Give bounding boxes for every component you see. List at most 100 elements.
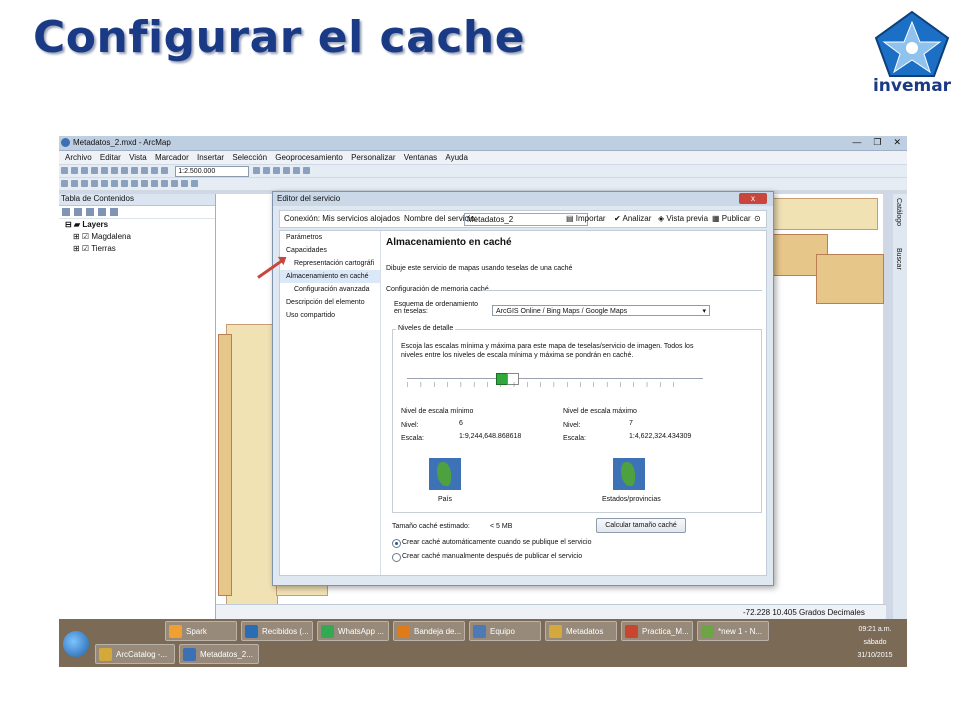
add-data-icon[interactable] xyxy=(161,167,168,174)
back-icon[interactable] xyxy=(121,180,128,187)
taskbar-label: Metadatos xyxy=(566,627,604,636)
chrome-icon xyxy=(321,625,334,638)
taskbar-equipo[interactable]: Equipo xyxy=(469,621,541,641)
taskbar-bandeja[interactable]: Bandeja de... xyxy=(393,621,465,641)
menu-geoprocesamiento[interactable]: Geoprocesamiento xyxy=(275,153,343,162)
nav-item-capacidades[interactable]: Capacidades xyxy=(280,244,380,257)
catalog-icon[interactable] xyxy=(273,167,281,174)
taskbar-recibidos[interactable]: Recibidos (... xyxy=(241,621,313,641)
clear-selection-icon[interactable] xyxy=(151,180,158,187)
menu-archivo[interactable]: Archivo xyxy=(65,153,92,162)
menu-personalizar[interactable]: Personalizar xyxy=(351,153,395,162)
taskbar-metadatos2[interactable]: Metadatos_2... xyxy=(179,644,259,664)
menu-editar[interactable]: Editar xyxy=(100,153,121,162)
start-button[interactable] xyxy=(63,631,89,657)
find-icon[interactable] xyxy=(181,180,188,187)
menu-ayuda[interactable]: Ayuda xyxy=(445,153,468,162)
preview-label: Vista previa xyxy=(666,214,709,223)
auto-cache-radio[interactable] xyxy=(392,539,401,548)
maximize-button[interactable]: ❐ xyxy=(873,137,881,148)
zoom-in-icon[interactable] xyxy=(61,180,68,187)
menu-marcador[interactable]: Marcador xyxy=(155,153,189,162)
manual-cache-radio[interactable] xyxy=(392,553,401,562)
list-by-source-icon[interactable] xyxy=(74,208,82,216)
menu-vista[interactable]: Vista xyxy=(129,153,147,162)
list-by-drawing-order-icon[interactable] xyxy=(62,208,70,216)
identify-icon[interactable] xyxy=(171,180,178,187)
editor-icon[interactable] xyxy=(253,167,261,174)
list-by-selection-icon[interactable] xyxy=(98,208,106,216)
invemar-logo: invemar xyxy=(872,10,952,96)
publish-button[interactable]: ▦ Publicar xyxy=(712,211,751,227)
tiling-scheme-select[interactable]: ArcGIS Online / Bing Maps / Google Maps ▾ xyxy=(492,305,710,316)
menu-seleccion[interactable]: Selección xyxy=(232,153,267,162)
menu-insertar[interactable]: Insertar xyxy=(197,153,224,162)
delete-icon[interactable] xyxy=(131,167,138,174)
close-button[interactable]: ✕ xyxy=(893,137,901,148)
system-clock[interactable]: 09:21 a.m. sábado 31/10/2015 xyxy=(846,623,904,662)
taskbar-metadatos[interactable]: Metadatos xyxy=(545,621,617,641)
taskbar-notepad[interactable]: *new 1 - N... xyxy=(697,621,769,641)
cache-config-label: Configuración de memoria caché xyxy=(386,286,489,293)
scale-slider-track[interactable] xyxy=(407,378,703,379)
nav-item-uso-compartido[interactable]: Uso compartido xyxy=(280,309,380,322)
select-features-icon[interactable] xyxy=(141,180,148,187)
fixed-zoom-in-icon[interactable] xyxy=(101,180,108,187)
taskbar-spark[interactable]: Spark xyxy=(165,621,237,641)
arctoolbox-icon[interactable] xyxy=(293,167,301,174)
min-scale-caption: País xyxy=(438,496,453,503)
catalog-tab[interactable]: Catálogo xyxy=(895,198,902,226)
copy-icon[interactable] xyxy=(111,167,118,174)
taskbar-practica[interactable]: Practica_M... xyxy=(621,621,693,641)
forward-icon[interactable] xyxy=(131,180,138,187)
pentagon-star-icon xyxy=(874,10,950,77)
taskbar-arccatalog[interactable]: ArcCatalog -... xyxy=(95,644,175,664)
mail-icon xyxy=(245,625,258,638)
estimated-size-value: < 5 MB xyxy=(490,523,513,530)
nav-item-representacion[interactable]: Representación cartográfi xyxy=(280,257,380,270)
arcmap-icon xyxy=(183,648,196,661)
print-icon[interactable] xyxy=(91,167,98,174)
taskbar-whatsapp[interactable]: WhatsApp ... xyxy=(317,621,389,641)
collapse-icon[interactable]: ⊙ xyxy=(754,211,761,227)
pan-icon[interactable] xyxy=(81,180,88,187)
full-extent-icon[interactable] xyxy=(91,180,98,187)
python-icon[interactable] xyxy=(303,167,311,174)
select-elements-icon[interactable] xyxy=(161,180,168,187)
paste-icon[interactable] xyxy=(121,167,128,174)
table-of-contents: Tabla de Contenidos ⊟ ▰ Layers ⊞ ☑ Magda… xyxy=(59,194,216,664)
toc-item-tierras[interactable]: ⊞ ☑ Tierras xyxy=(59,243,215,255)
nav-item-parametros[interactable]: Parámetros xyxy=(280,231,380,244)
measure-icon[interactable] xyxy=(191,180,198,187)
cut-icon[interactable] xyxy=(101,167,108,174)
nav-item-descripcion[interactable]: Descripción del elemento xyxy=(280,296,380,309)
map-scale-input[interactable]: 1:2.500.000 xyxy=(175,166,250,177)
min-level-label: Nivel: xyxy=(401,422,419,429)
slide-title: Configurar el cache xyxy=(33,12,526,63)
analyze-button[interactable]: ✔ Analizar xyxy=(614,211,651,227)
table-icon[interactable] xyxy=(263,167,271,174)
dialog-close-button[interactable]: x xyxy=(739,193,767,204)
toc-item-layers[interactable]: ⊟ ▰ Layers xyxy=(59,219,215,231)
fixed-zoom-out-icon[interactable] xyxy=(111,180,118,187)
minimize-button[interactable]: — xyxy=(852,137,861,148)
toc-item-magdalena[interactable]: ⊞ ☑ Magdalena xyxy=(59,231,215,243)
save-icon[interactable] xyxy=(81,167,88,174)
connection-label: Conexión: Mis servicios alojados xyxy=(284,214,401,223)
taskbar-label: Metadatos_2... xyxy=(200,650,253,659)
list-by-visibility-icon[interactable] xyxy=(86,208,94,216)
undo-icon[interactable] xyxy=(141,167,148,174)
menu-ventanas[interactable]: Ventanas xyxy=(404,153,437,162)
search-tab[interactable]: Buscar xyxy=(895,248,902,270)
nav-item-almacenamiento[interactable]: Almacenamiento en caché xyxy=(280,270,380,283)
redo-icon[interactable] xyxy=(151,167,158,174)
import-button[interactable]: ▤ Importar xyxy=(566,211,606,227)
zoom-out-icon[interactable] xyxy=(71,180,78,187)
preview-button[interactable]: ◈ Vista previa xyxy=(658,211,708,227)
new-icon[interactable] xyxy=(61,167,68,174)
options-icon[interactable] xyxy=(110,208,118,216)
calculate-cache-size-button[interactable]: Calcular tamaño caché xyxy=(596,518,686,533)
search-icon[interactable] xyxy=(283,167,291,174)
nav-item-configuracion-avanzada[interactable]: Configuración avanzada xyxy=(280,283,380,296)
open-icon[interactable] xyxy=(71,167,78,174)
